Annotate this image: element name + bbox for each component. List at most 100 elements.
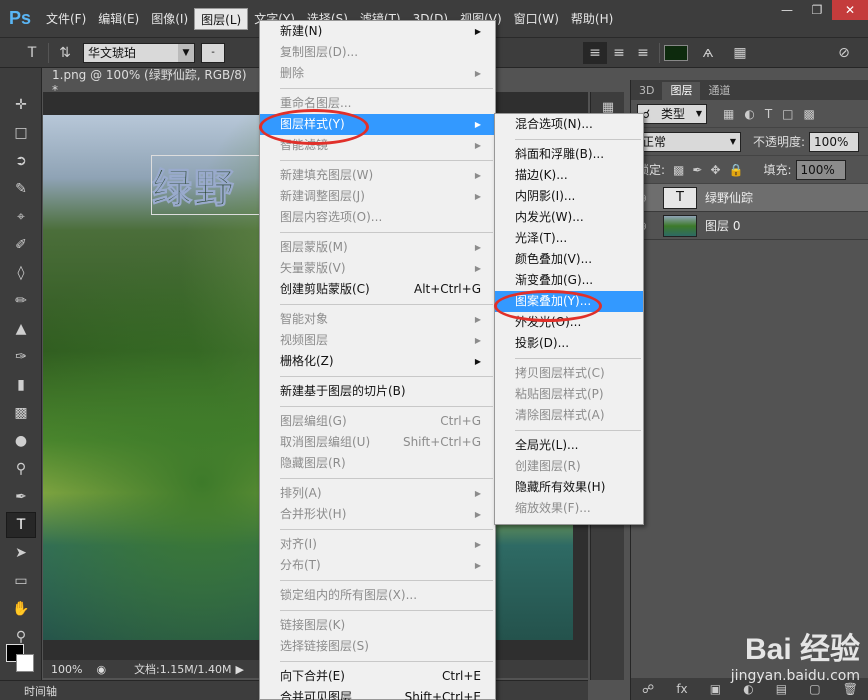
menu-item[interactable]: 内发光(W)... <box>495 207 643 228</box>
minimize-icon[interactable]: — <box>772 0 802 20</box>
rectangle-tool-icon[interactable]: ▭ <box>6 568 36 594</box>
zoom-level[interactable]: 100% <box>51 663 82 676</box>
submenu-arrow-icon: ▶ <box>474 27 481 36</box>
eraser-tool-icon[interactable]: ▮ <box>6 372 36 398</box>
history-brush-icon[interactable]: ✑ <box>6 344 36 370</box>
menu-item-label: 拷贝图层样式(C) <box>515 366 605 380</box>
submenu-arrow-icon: ▶ <box>474 120 481 129</box>
share-icon[interactable]: ◉ <box>96 663 106 676</box>
opacity-input[interactable]: 100% <box>809 131 860 152</box>
menu-item[interactable]: 光泽(T)... <box>495 228 643 249</box>
cancel-icon[interactable]: ⊘ <box>832 42 856 64</box>
layers-panel: 3D 图层 通道 ☌ 类型 ▼ ▦ ◐ T □ ▩ 正常 ▼ 不透明度: 100% … <box>630 80 868 700</box>
filter-type-icon[interactable]: T <box>765 107 772 121</box>
filter-adjust-icon[interactable]: ◐ <box>744 107 754 121</box>
menu-item[interactable]: 合并可见图层 Shift+Ctrl+E <box>260 687 495 700</box>
menu-item[interactable]: 渐变叠加(G)... <box>495 270 643 291</box>
menu-item[interactable]: 图层样式(Y) ▶ <box>260 114 495 135</box>
restore-icon[interactable]: ❐ <box>802 0 832 20</box>
menu-item[interactable]: 向下合并(E) Ctrl+E <box>260 666 495 687</box>
font-family-select[interactable]: 华文琥珀 ▼ <box>83 42 195 63</box>
type-tool-icon[interactable]: T <box>6 512 36 538</box>
menu-item: 粘贴图层样式(P) <box>495 384 643 405</box>
lasso-tool-icon[interactable]: ➲ <box>6 148 36 174</box>
lock-transparent-icon[interactable]: ▩ <box>673 163 684 177</box>
menu-3[interactable]: 图层(L) <box>194 7 249 30</box>
panel-tab-2[interactable]: 通道 <box>700 82 738 100</box>
menu-item[interactable]: 外发光(O)... <box>495 312 643 333</box>
layer-style-submenu: 混合选项(N)... 斜面和浮雕(B)... 描边(K)... 内阴影(I)... 内发… <box>494 113 644 525</box>
blend-mode-select[interactable]: 正常 ▼ <box>637 131 741 152</box>
menu-item-label: 隐藏所有效果(H) <box>515 480 606 494</box>
menu-item[interactable]: 斜面和浮雕(B)... <box>495 144 643 165</box>
document-info: 文档:1.15M/1.40M <box>134 663 232 676</box>
filter-smart-icon[interactable]: ▩ <box>804 107 815 121</box>
menu-0[interactable]: 文件(F) <box>40 8 92 30</box>
crop-tool-icon[interactable]: ⌖ <box>6 204 36 230</box>
brush-tool-icon[interactable]: ✏ <box>6 288 36 314</box>
panel-tab-0[interactable]: 3D <box>631 82 662 100</box>
menu-item-label: 创建剪贴蒙版(C) <box>280 282 370 296</box>
align-left-icon[interactable]: ≡ <box>583 41 607 64</box>
menu-item[interactable]: 隐藏所有效果(H) <box>495 477 643 498</box>
character-panel-icon[interactable]: ▦ <box>728 42 752 64</box>
layers-list: ◉T绿野仙踪◉图层 0 <box>631 184 868 240</box>
filter-shape-icon[interactable]: □ <box>782 107 793 121</box>
layer-row[interactable]: ◉T绿野仙踪 <box>631 184 868 212</box>
filter-kind-select[interactable]: ☌ 类型 ▼ <box>637 103 707 124</box>
marquee-tool-icon[interactable]: □ <box>6 120 36 146</box>
warp-text-icon[interactable]: ѧ <box>696 42 720 64</box>
menu-item[interactable]: 新建基于图层的切片(B) <box>260 381 495 402</box>
menu-item[interactable]: 创建剪贴蒙版(C) Alt+Ctrl+G <box>260 279 495 300</box>
menu-item[interactable]: 描边(K)... <box>495 165 643 186</box>
menu-item: 分布(T) ▶ <box>260 555 495 576</box>
filter-pixel-icon[interactable]: ▦ <box>723 107 734 121</box>
panel-tab-1[interactable]: 图层 <box>662 82 701 100</box>
close-icon[interactable]: ✕ <box>832 0 868 20</box>
text-tool-preset-icon[interactable]: T <box>20 42 44 64</box>
align-center-icon[interactable]: ≡ <box>607 42 631 64</box>
layer-row[interactable]: ◉图层 0 <box>631 212 868 240</box>
menu-item-label: 渐变叠加(G)... <box>515 273 594 287</box>
menu-item[interactable]: 颜色叠加(V)... <box>495 249 643 270</box>
lock-pixels-icon[interactable]: ✒ <box>692 163 702 177</box>
text-orientation-icon[interactable]: ⇅ <box>53 42 77 64</box>
move-tool-icon[interactable]: ✛ <box>6 92 36 118</box>
menu-item[interactable]: 全局光(L)... <box>495 435 643 456</box>
healing-tool-icon[interactable]: ◊ <box>6 260 36 286</box>
fill-input[interactable]: 100% <box>795 159 846 180</box>
text-color-swatch[interactable] <box>664 42 688 64</box>
lock-all-icon[interactable]: 🔒 <box>729 163 744 177</box>
path-select-tool-icon[interactable]: ➤ <box>6 540 36 566</box>
gradient-tool-icon[interactable]: ▩ <box>6 400 36 426</box>
menu-2[interactable]: 图像(I) <box>145 8 194 30</box>
quick-select-tool-icon[interactable]: ✎ <box>6 176 36 202</box>
eyedropper-tool-icon[interactable]: ✐ <box>6 232 36 258</box>
menu-item[interactable]: 投影(D)... <box>495 333 643 354</box>
submenu-arrow-icon: ▶ <box>474 192 481 201</box>
canvas-text-layer[interactable]: 绿野 <box>151 155 261 215</box>
menu-item[interactable]: 混合选项(N)... <box>495 114 643 135</box>
menu-item-label: 智能滤镜 <box>280 138 329 152</box>
background-color-swatch[interactable] <box>16 654 34 672</box>
stamp-tool-icon[interactable]: ▲ <box>6 316 36 342</box>
menu-item[interactable]: 新建(N) ▶ <box>260 21 495 42</box>
arrow-right-icon[interactable]: ▶ <box>235 663 243 676</box>
menu-9[interactable]: 窗口(W) <box>508 8 565 30</box>
menu-item[interactable]: 栅格化(Z) ▶ <box>260 351 495 372</box>
hand-tool-icon[interactable]: ✋ <box>6 596 36 622</box>
dodge-tool-icon[interactable]: ⚲ <box>6 456 36 482</box>
menu-10[interactable]: 帮助(H) <box>565 8 619 30</box>
lock-position-icon[interactable]: ✥ <box>710 163 720 177</box>
link-layers-icon[interactable]: ☍ <box>642 682 654 696</box>
align-right-icon[interactable]: ≡ <box>631 42 655 64</box>
pen-tool-icon[interactable]: ✒ <box>6 484 36 510</box>
document-tab[interactable]: 1.png @ 100% (绿野仙踪, RGB/8) * ✕ <box>44 68 272 97</box>
menu-item: 新建调整图层(J) ▶ <box>260 186 495 207</box>
menu-item[interactable]: 内阴影(I)... <box>495 186 643 207</box>
menu-item[interactable]: 图案叠加(Y)... <box>495 291 643 312</box>
font-style-select[interactable]: - <box>201 42 225 63</box>
menu-item-label: 新建填充图层(W) <box>280 168 374 182</box>
menu-1[interactable]: 编辑(E) <box>92 8 145 30</box>
blur-tool-icon[interactable]: ● <box>6 428 36 454</box>
